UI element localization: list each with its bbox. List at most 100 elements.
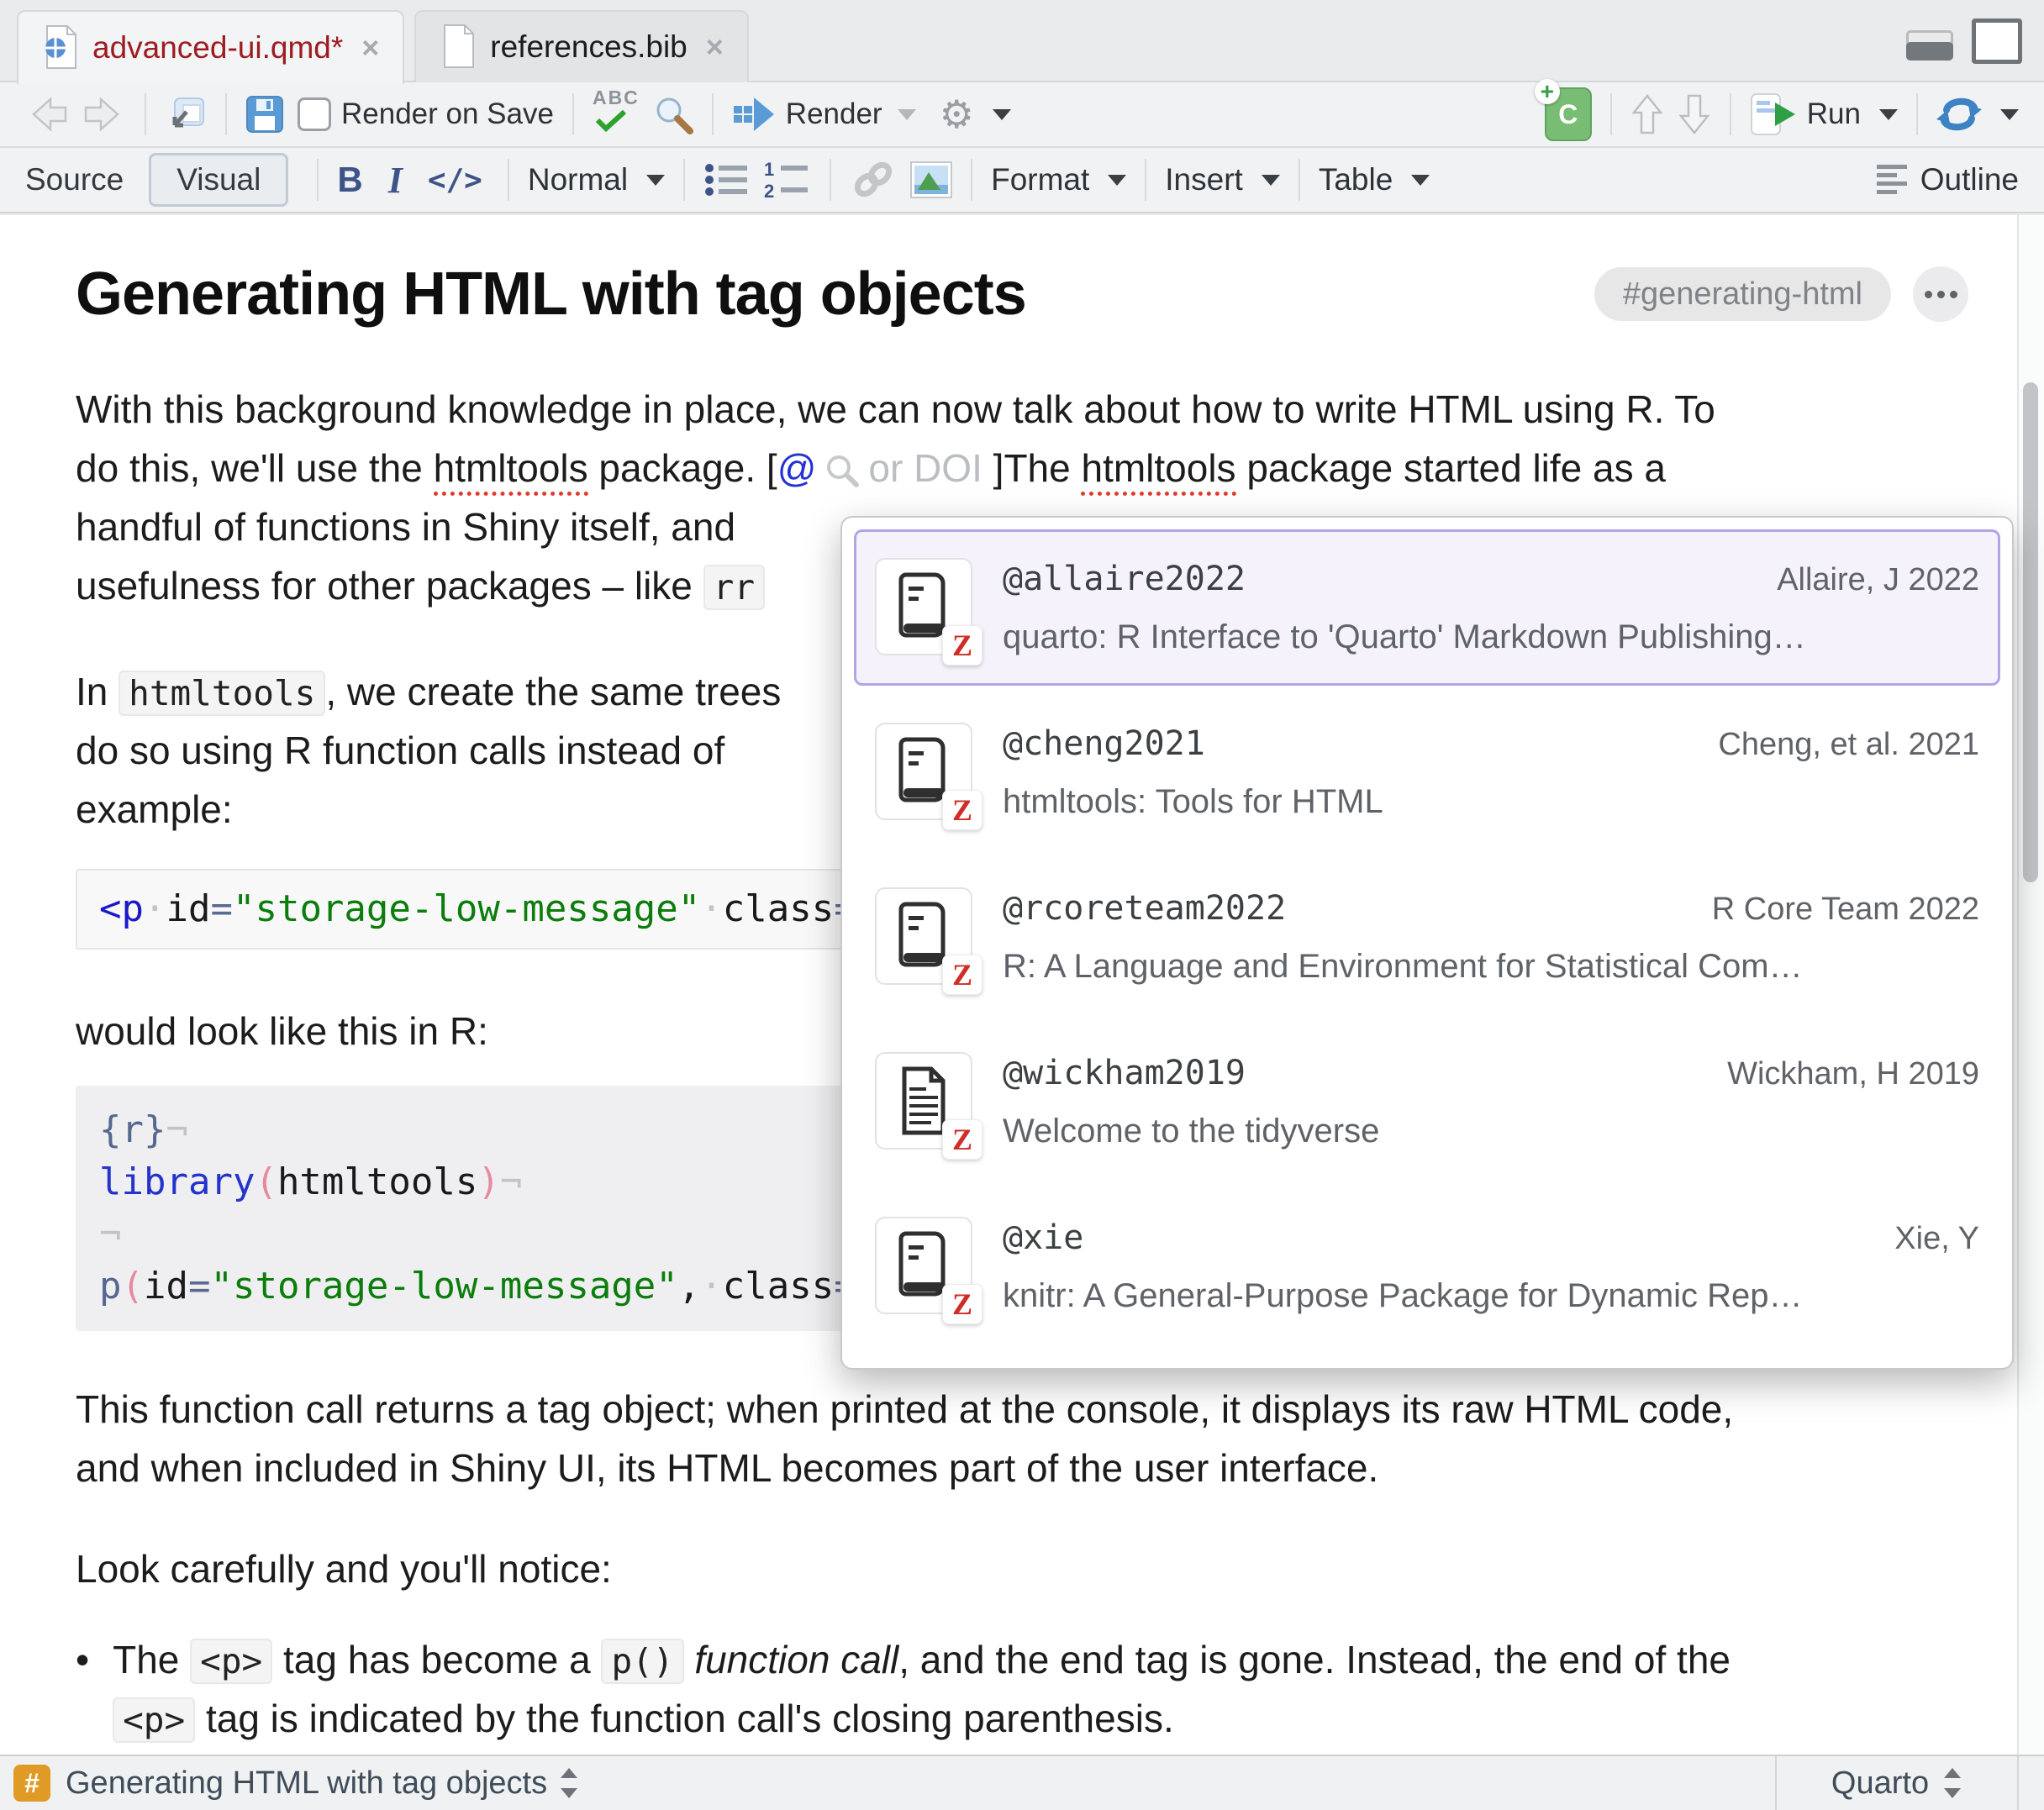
citation-key: @xie	[1003, 1218, 1083, 1257]
insert-link-button[interactable]	[850, 159, 897, 201]
misspelled-word: htmltools	[1081, 446, 1235, 496]
tab-references-bib[interactable]: references.bib ×	[414, 10, 749, 82]
render-button[interactable]: Render	[732, 96, 882, 133]
citation-key: @cheng2021	[1003, 724, 1205, 763]
insert-image-button[interactable]	[910, 161, 952, 198]
maximize-pane-icon[interactable]	[1972, 18, 2022, 64]
go-to-next-chunk-button[interactable]	[1678, 92, 1711, 136]
settings-dropdown-caret[interactable]	[993, 109, 1011, 120]
format-toolbar: Source Visual B I </> Normal 12 Format I…	[0, 148, 2044, 213]
minimize-pane-icon[interactable]	[1906, 27, 1953, 64]
citation-autocomplete-popup: Z @allaire2022 Allaire, J 2022 quarto: R …	[840, 516, 2014, 1370]
visual-mode-button[interactable]: Visual	[149, 153, 288, 207]
insert-chunk-button[interactable]: C+	[1545, 87, 1592, 141]
numbered-list-icon: 12	[764, 160, 811, 199]
render-on-save-option[interactable]: Render on Save	[298, 97, 554, 131]
open-in-new-window-button[interactable]	[165, 95, 207, 134]
back-button[interactable]	[25, 96, 69, 133]
render-dropdown-caret[interactable]	[898, 109, 916, 120]
paragraph-style-dropdown[interactable]: Normal	[528, 162, 665, 197]
tab-advanced-ui-qmd[interactable]: advanced-ui.qmd* ×	[17, 10, 404, 84]
document-heading: Generating HTML with tag objects	[76, 257, 1026, 331]
bullet-list-button[interactable]	[703, 160, 751, 199]
scrollbar-thumb[interactable]	[2023, 382, 2038, 882]
zotero-badge: Z	[942, 955, 982, 995]
inline-code: htmltools	[119, 671, 325, 716]
run-dropdown-caret[interactable]	[1879, 109, 1898, 120]
citation-author-year: R Core Team 2022	[1712, 892, 1979, 928]
close-tab-icon[interactable]: ×	[356, 30, 379, 66]
numbered-list-button[interactable]: 12	[764, 160, 811, 199]
citation-author-year: Cheng, et al. 2021	[1718, 727, 1979, 763]
paragraph-4: This function call returns a tag object;…	[76, 1380, 1968, 1497]
close-tab-icon[interactable]: ×	[701, 29, 724, 65]
run-label: Run	[1807, 97, 1861, 131]
paragraph-line: The <p> tag has become a p() function ca…	[113, 1630, 1731, 1689]
bullet-marker: •	[76, 1630, 89, 1748]
inline-code-button[interactable]: </>	[428, 163, 482, 197]
citation-item-wickham2019[interactable]: Z @wickham2019Wickham, H 2019 Welcome to…	[854, 1023, 2000, 1180]
popout-window-icon	[165, 95, 207, 134]
inline-code: <p>	[113, 1697, 195, 1743]
svg-text:2: 2	[764, 181, 774, 199]
paragraph-line: With this background knowledge in place,…	[76, 380, 1968, 439]
forward-arrow-icon	[82, 96, 126, 133]
inline-code: rr	[703, 565, 765, 610]
italic-button[interactable]: I	[388, 159, 403, 202]
main-toolbar: Render on Save ABC Render ⚙ C+	[0, 82, 2044, 148]
citation-item-xie[interactable]: Z @xieXie, Y knitr: A General-Purpose Pa…	[854, 1188, 2000, 1344]
bold-button[interactable]: B	[337, 160, 362, 200]
status-bar-end-segment	[2017, 1756, 2044, 1810]
forward-button[interactable]	[82, 96, 126, 133]
citation-key: @wickham2019	[1003, 1054, 1246, 1092]
citation-item-allaire2022[interactable]: Z @allaire2022Allaire, J 2022 quarto: R …	[854, 529, 2000, 686]
table-menu[interactable]: Table	[1319, 162, 1430, 197]
status-outline-selector[interactable]: Generating HTML with tag objects	[66, 1765, 547, 1802]
citation-title: quarto: R Interface to 'Quarto' Markdown…	[1003, 618, 1979, 656]
zotero-badge: Z	[942, 1119, 982, 1160]
italic-text: function call	[694, 1638, 898, 1681]
insert-menu[interactable]: Insert	[1165, 162, 1280, 197]
citation-insert-widget[interactable]: [@or DOI ]	[766, 446, 1004, 490]
spellcheck-button[interactable]: ABC	[593, 89, 640, 139]
source-mode-button[interactable]: Source	[25, 162, 124, 197]
render-on-save-label: Render on Save	[341, 97, 554, 131]
paragraph-line: and when included in Shiny UI, its HTML …	[76, 1439, 1968, 1497]
citation-key: @allaire2022	[1003, 560, 1246, 598]
updown-arrows-icon	[559, 1766, 579, 1800]
image-icon	[910, 161, 952, 198]
find-replace-button[interactable]	[653, 94, 693, 134]
save-button[interactable]	[245, 95, 284, 134]
vertical-scrollbar[interactable]	[2017, 215, 2044, 1756]
citation-title: htmltools: Tools for HTML	[1003, 783, 1979, 821]
paragraph-5: Look carefully and you'll notice:	[76, 1539, 1968, 1598]
inline-code: <p>	[190, 1639, 272, 1684]
link-icon	[850, 159, 897, 201]
citation-author-year: Xie, Y	[1894, 1221, 1979, 1257]
document-mode-selector[interactable]: Quarto	[1775, 1756, 2017, 1810]
citation-item-rcoreteam2022[interactable]: Z @rcoreteam2022R Core Team 2022 R: A La…	[854, 859, 2000, 1015]
render-on-save-checkbox[interactable]	[298, 97, 331, 131]
more-options-button[interactable]	[1913, 266, 1968, 322]
outline-icon	[1873, 163, 1910, 197]
search-icon	[653, 94, 693, 134]
editor-status-bar: # Generating HTML with tag objects Quart…	[0, 1755, 2044, 1810]
ellipsis-icon	[1925, 291, 1932, 298]
run-icon	[1750, 92, 1797, 136]
outline-toggle-button[interactable]: Outline	[1873, 162, 2019, 197]
format-caret	[1108, 175, 1126, 186]
normal-dropdown-caret	[646, 175, 665, 186]
go-to-previous-chunk-button[interactable]	[1630, 92, 1664, 136]
zotero-badge: Z	[942, 1284, 982, 1324]
source-dropdown-caret[interactable]	[2000, 109, 2019, 120]
citation-item-cheng2021[interactable]: Z @cheng2021Cheng, et al. 2021 htmltools…	[854, 694, 2000, 850]
format-menu[interactable]: Format	[991, 162, 1126, 197]
save-icon	[245, 95, 284, 134]
run-button[interactable]: Run	[1750, 92, 1898, 136]
settings-button[interactable]: ⚙	[940, 95, 1011, 134]
citation-author-year: Allaire, J 2022	[1777, 562, 1979, 598]
source-document-button[interactable]	[1936, 95, 2019, 134]
editor-tab-bar: advanced-ui.qmd* × references.bib ×	[0, 0, 2044, 82]
citation-title: Welcome to the tidyverse	[1003, 1113, 1979, 1150]
up-arrow-icon	[1630, 92, 1664, 136]
